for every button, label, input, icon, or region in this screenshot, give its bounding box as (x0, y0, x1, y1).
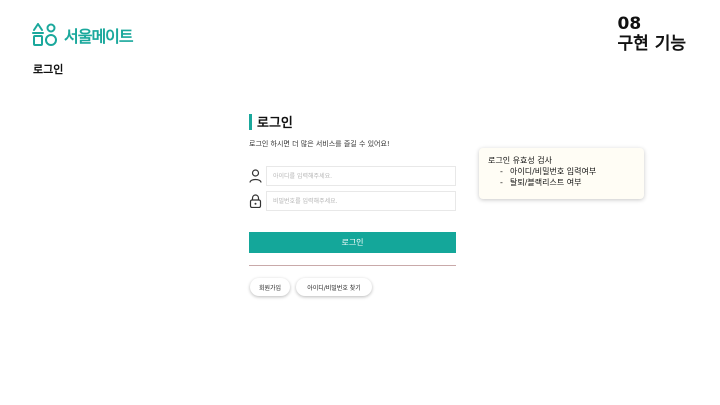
note-item-text: 탈퇴/블랙리스트 여부 (510, 178, 582, 187)
login-subtitle: 로그인 하시면 더 많은 서비스를 즐길 수 있어요! (249, 140, 390, 148)
feature-note: 로그인 유효성 검사 - 아이디/비밀번호 입력여부 - 탈퇴/블랙리스트 여부 (479, 148, 644, 199)
id-input[interactable] (266, 166, 456, 186)
section-badge: 08 구현 기능 (614, 14, 690, 54)
section-number: 08 (617, 14, 642, 34)
page-label: 로그인 (33, 63, 64, 76)
signup-button[interactable]: 회원가입 (250, 278, 290, 296)
password-input[interactable] (266, 191, 456, 211)
logo-mark-icon (32, 23, 57, 46)
lock-icon (249, 194, 262, 208)
divider (249, 265, 456, 266)
login-heading: 로그인 (249, 113, 456, 131)
login-submit-button[interactable]: 로그인 (249, 232, 456, 253)
password-field-row (249, 191, 456, 211)
section-title: 구현 기능 (614, 34, 690, 54)
brand-logo: 서울메이트 (32, 22, 134, 48)
note-title: 로그인 유효성 검사 (488, 156, 552, 165)
login-title: 로그인 (257, 116, 293, 131)
find-account-button[interactable]: 아이디/비밀번호 찾기 (296, 278, 372, 296)
note-bullet: - (500, 167, 503, 176)
note-bullet: - (500, 178, 503, 187)
id-field-row (249, 166, 456, 186)
note-item: - 탈퇴/블랙리스트 여부 (488, 177, 635, 188)
note-item-text: 아이디/비밀번호 입력여부 (510, 167, 597, 176)
login-form: 로그인 로그인 하시면 더 많은 서비스를 즐길 수 있어요! (249, 113, 456, 211)
brand-name: 서울메이트 (64, 27, 134, 46)
user-icon (249, 169, 262, 183)
note-item: - 아이디/비밀번호 입력여부 (488, 166, 635, 177)
heading-accent-bar (249, 113, 252, 130)
